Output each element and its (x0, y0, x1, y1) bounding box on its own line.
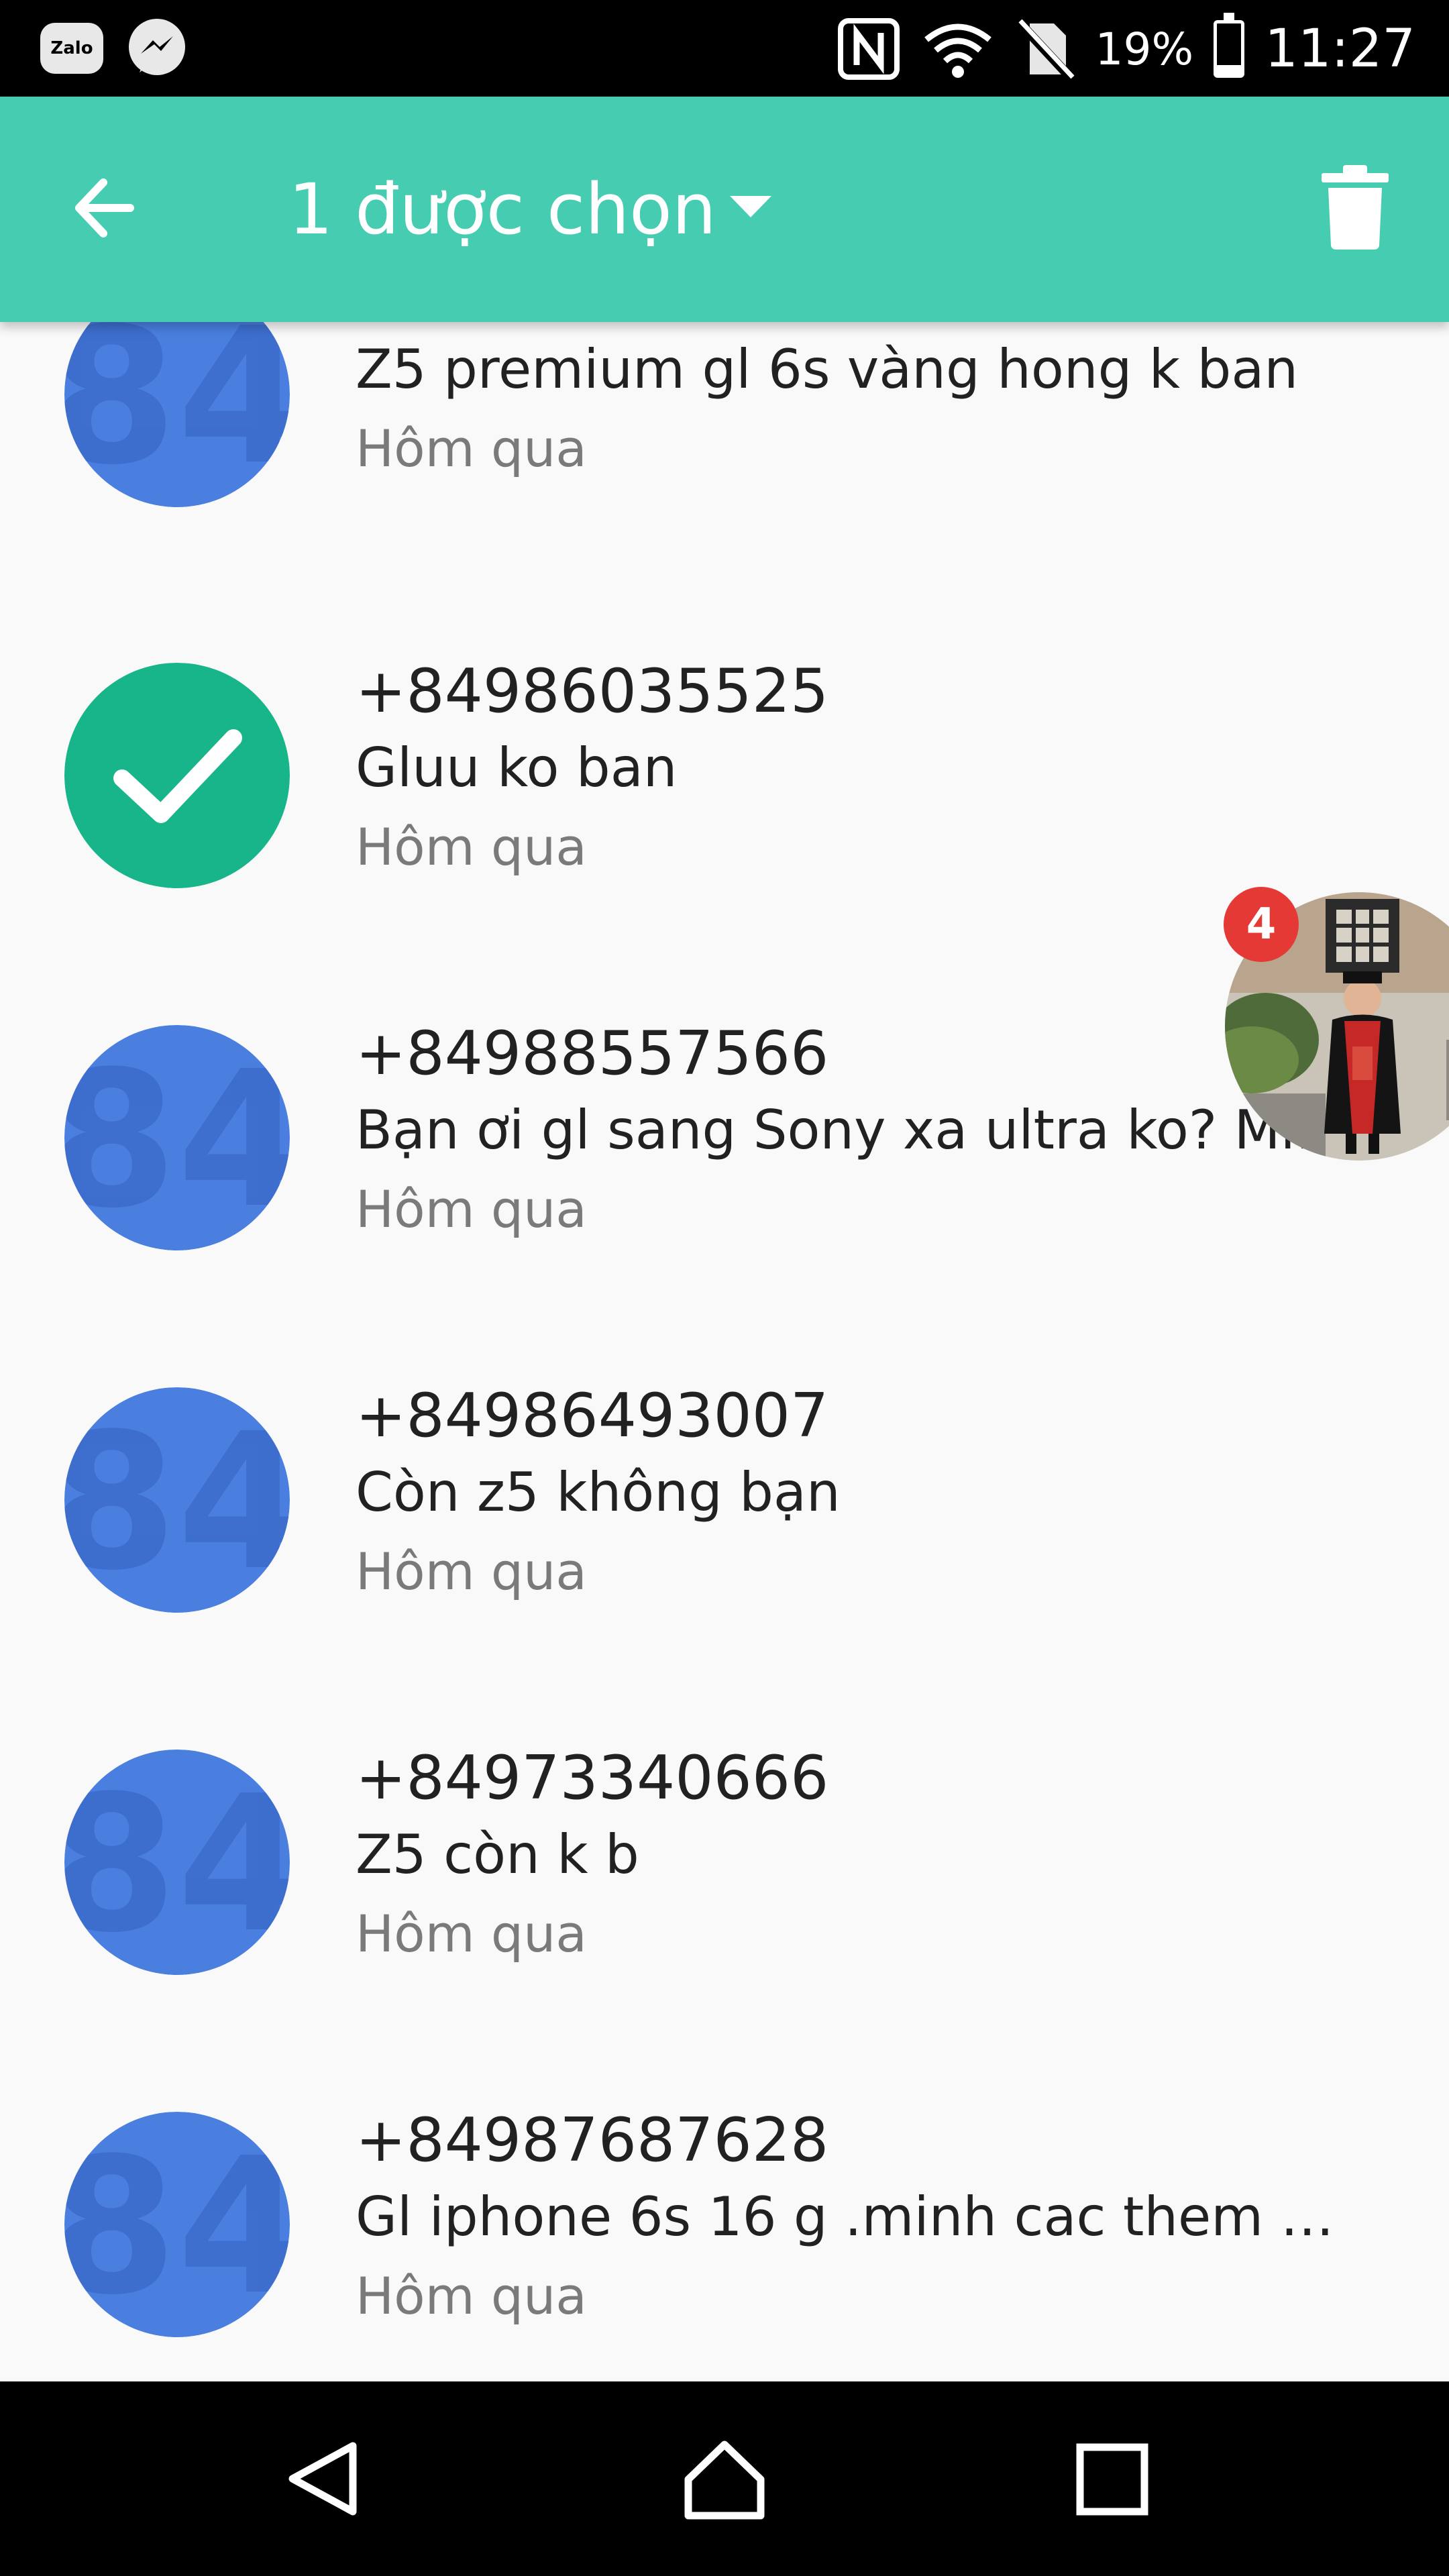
battery-percent: 19% (1095, 23, 1194, 75)
home-icon[interactable] (678, 2435, 771, 2522)
message-snippet: Còn z5 không bạn (356, 1461, 841, 1523)
battery-fill (1217, 64, 1242, 74)
message-time: Hôm qua (356, 1542, 587, 1601)
conversation-row[interactable]: 84 +84966040491 Z5 premium gl 6s vàng ho… (0, 322, 1449, 644)
svg-text:84: 84 (64, 1031, 290, 1250)
sender-number: +84986035525 (356, 656, 829, 727)
chat-head[interactable]: 4 (1224, 887, 1449, 1161)
contact-avatar[interactable]: 84 (64, 1025, 290, 1250)
message-snippet: Z5 premium gl 6s vàng hong k ban (356, 338, 1299, 400)
conversation-list[interactable]: 84 +84966040491 Z5 premium gl 6s vàng ho… (0, 322, 1449, 2381)
selected-check-avatar[interactable] (64, 663, 290, 888)
message-snippet: Gluu ko ban (356, 737, 678, 799)
contact-avatar[interactable]: 84 (64, 322, 290, 507)
zalo-label: Zalo (50, 38, 93, 58)
contact-avatar-icon: 84 (64, 2112, 290, 2337)
contact-avatar[interactable]: 84 (64, 1750, 290, 1975)
svg-text:84: 84 (64, 1756, 290, 1974)
back-triangle-icon[interactable] (278, 2435, 372, 2522)
contact-avatar-icon: 84 (64, 322, 290, 507)
messenger-icon (129, 19, 185, 75)
message-snippet: Z5 còn k b (356, 1823, 639, 1886)
trash-icon[interactable] (1315, 164, 1395, 251)
conversation-row[interactable]: 84 +84987687628 Gl iphone 6s 16 g .minh … (0, 2105, 1449, 2381)
selection-title[interactable]: 1 được chọn (288, 168, 716, 251)
message-time: Hôm qua (356, 419, 587, 478)
sender-number: +84966040491 (356, 322, 828, 328)
contact-avatar-icon: 84 (64, 1750, 290, 1975)
svg-text:84: 84 (64, 2118, 290, 2337)
svg-text:84: 84 (64, 322, 290, 506)
message-time: Hôm qua (356, 817, 587, 877)
message-time: Hôm qua (356, 2266, 587, 2326)
sender-number: +84987687628 (356, 2105, 829, 2176)
conversation-row[interactable]: 84 +84986493007 Còn z5 không bạn Hôm qua (0, 1381, 1449, 1750)
no-sim-icon (1015, 19, 1075, 81)
status-bar: Zalo 19% 11:27 (0, 0, 1449, 97)
sender-number: +84988557566 (356, 1018, 829, 1089)
contact-avatar[interactable]: 84 (64, 1387, 290, 1613)
message-time: Hôm qua (356, 1904, 587, 1964)
wifi-icon (924, 23, 991, 78)
svg-text:84: 84 (64, 1393, 290, 1612)
clock: 11:27 (1265, 19, 1415, 79)
app-bar: 1 được chọn (0, 97, 1449, 322)
nfc-icon (837, 18, 900, 80)
message-snippet: Gl iphone 6s 16 g .minh cac them 1trieu (356, 2186, 1362, 2248)
contact-avatar-icon: 84 (64, 1387, 290, 1613)
contact-avatar-icon: 84 (64, 1025, 290, 1250)
navigation-bar (0, 2381, 1449, 2576)
battery-icon (1214, 13, 1245, 78)
unread-badge: 4 (1224, 887, 1299, 962)
conversation-row[interactable]: 84 +84973340666 Z5 còn k b Hôm qua (0, 1743, 1449, 2112)
caret-down-icon[interactable] (727, 193, 774, 220)
sender-number: +84973340666 (356, 1743, 829, 1813)
checkmark-icon (64, 663, 290, 888)
arrow-back-icon[interactable] (64, 166, 148, 250)
contact-avatar[interactable]: 84 (64, 2112, 290, 2337)
message-time: Hôm qua (356, 1179, 587, 1239)
recents-icon[interactable] (1065, 2435, 1159, 2522)
message-snippet: Bạn ơi gl sang Sony xa ultra ko? Mình th… (356, 1099, 1362, 1161)
zalo-icon: Zalo (40, 23, 103, 74)
sender-number: +84986493007 (356, 1381, 829, 1451)
